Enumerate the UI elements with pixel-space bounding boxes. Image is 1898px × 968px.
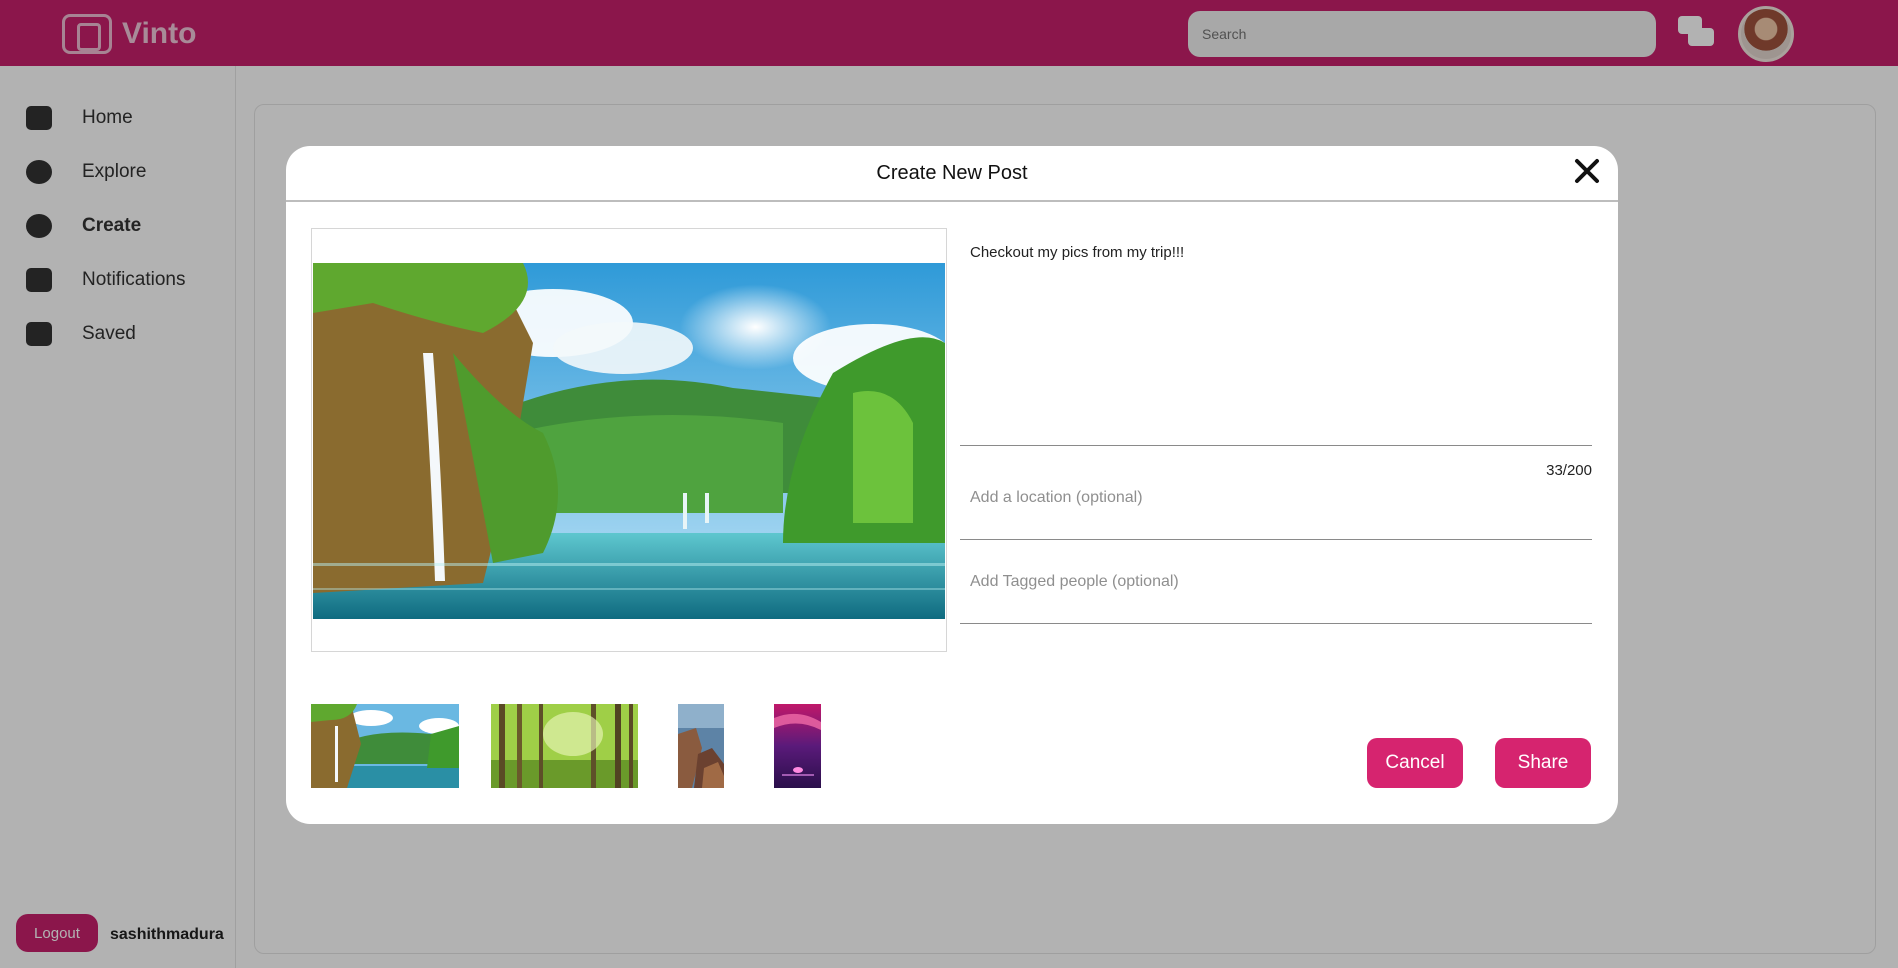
caption-textarea[interactable]: Checkout my pics from my trip!!! bbox=[960, 228, 1592, 446]
create-post-modal: Create New Post Checkout my pics from my… bbox=[286, 146, 1618, 824]
forest-thumbnail-image bbox=[491, 704, 638, 788]
coastal-rocks-thumbnail[interactable] bbox=[678, 704, 724, 788]
close-button[interactable] bbox=[1570, 154, 1604, 188]
image-preview bbox=[313, 263, 945, 619]
sunset-thumbnail-image bbox=[774, 704, 821, 788]
cancel-button[interactable]: Cancel bbox=[1367, 738, 1463, 788]
image-preview-frame bbox=[311, 228, 947, 652]
waterfall-thumbnail-image bbox=[311, 704, 459, 788]
coastal-thumbnail-image bbox=[678, 704, 724, 788]
waterfall-lake-thumbnail[interactable] bbox=[311, 704, 459, 788]
waterfall-lake-image bbox=[313, 263, 945, 619]
close-icon bbox=[1575, 159, 1599, 183]
modal-header: Create New Post bbox=[286, 146, 1618, 202]
purple-sunset-thumbnail[interactable] bbox=[774, 704, 821, 788]
modal-title: Create New Post bbox=[876, 162, 1028, 184]
share-button[interactable]: Share bbox=[1495, 738, 1591, 788]
tagged-people-input[interactable] bbox=[960, 540, 1592, 624]
location-input[interactable] bbox=[960, 456, 1592, 540]
forest-sunlight-thumbnail[interactable] bbox=[491, 704, 638, 788]
